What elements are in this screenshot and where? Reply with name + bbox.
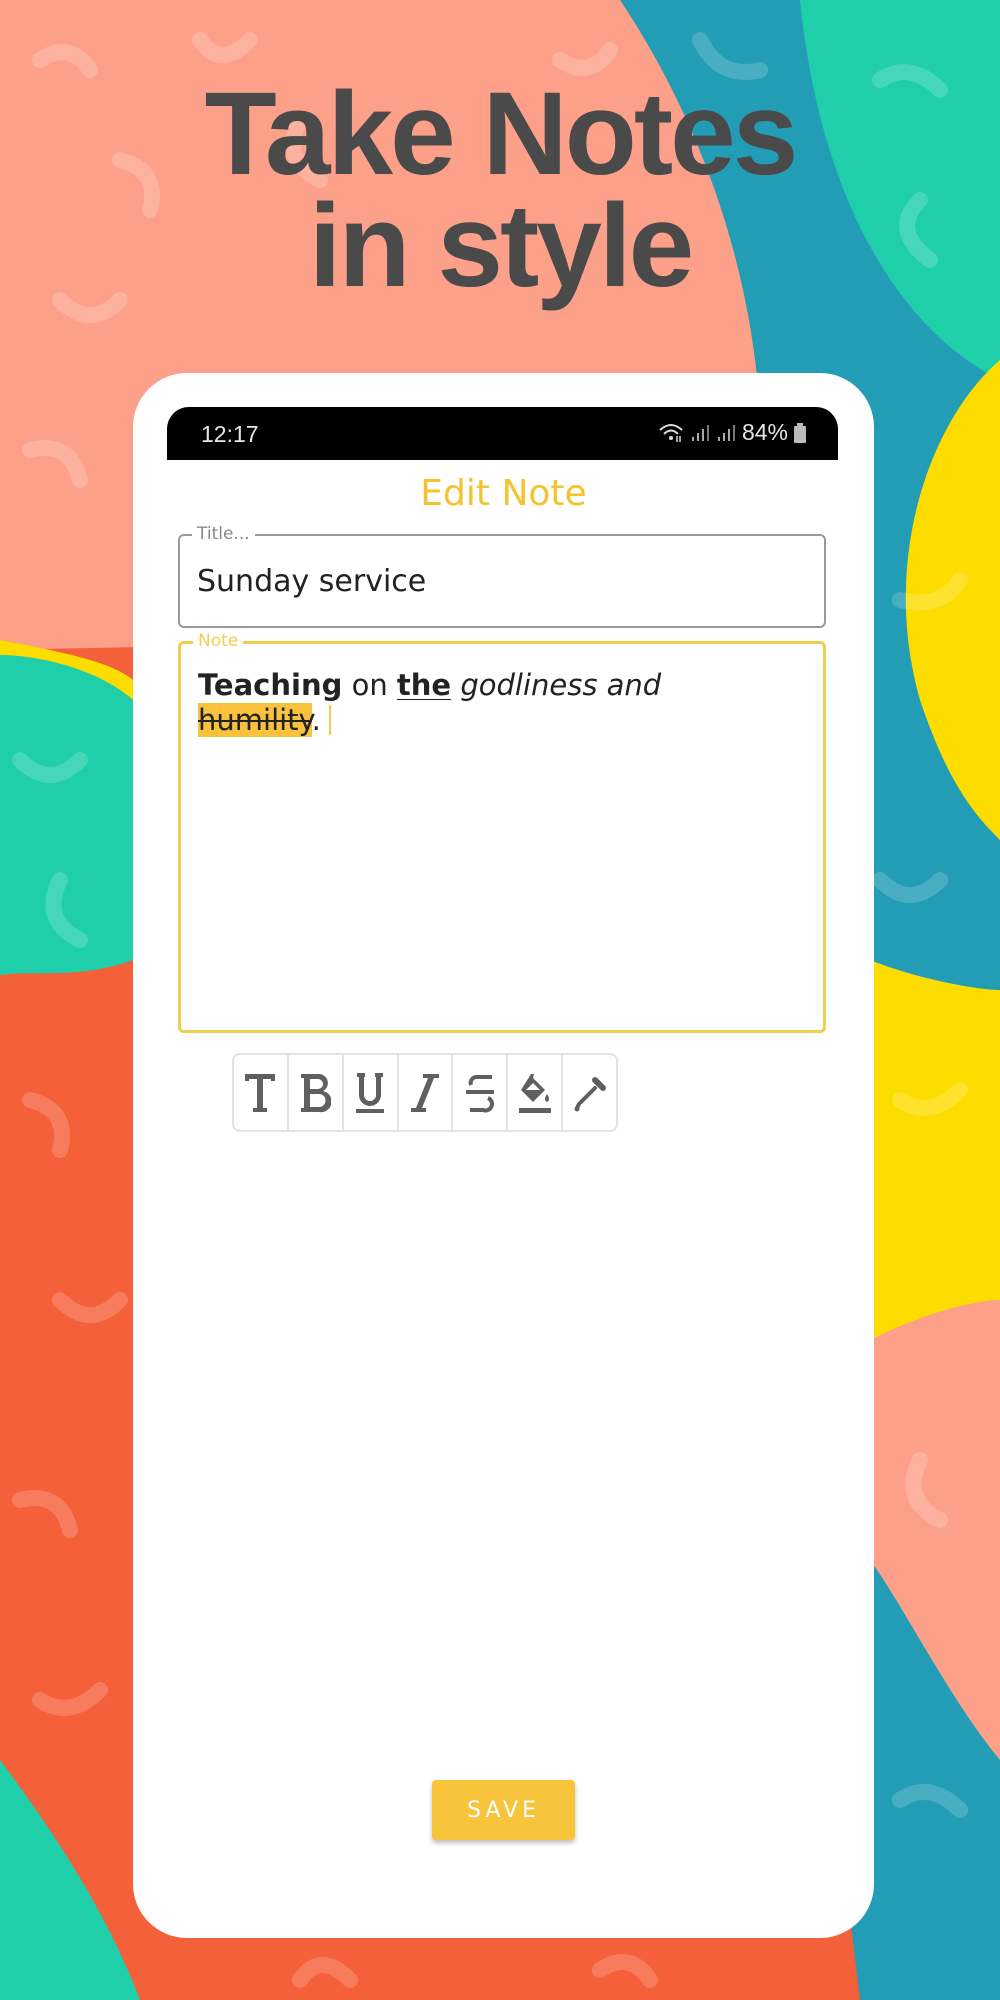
italic-text: godliness and	[451, 668, 662, 702]
highlight-button[interactable]	[508, 1055, 564, 1130]
signal-icon	[717, 424, 735, 441]
signal-icon	[691, 424, 709, 441]
bold-underline-text: the	[396, 668, 452, 702]
bold-text: Teaching	[198, 668, 343, 702]
title-value: Sunday service	[197, 564, 427, 599]
battery-percent: 84%	[741, 419, 788, 445]
page-title: Edit Note	[420, 473, 587, 514]
phone-screen: 12:17 84% Edit Note Title... Sunday serv…	[133, 373, 874, 1938]
bold-icon	[301, 1073, 332, 1112]
highlighted-strikethrough-text: humility	[198, 703, 312, 737]
format-toolbar	[232, 1053, 618, 1132]
plain-text: .	[311, 703, 321, 737]
color-picker-button[interactable]	[563, 1055, 616, 1130]
battery-icon	[794, 422, 806, 443]
text-t-icon	[245, 1073, 276, 1112]
headline-line-1: Take Notes	[204, 68, 799, 200]
title-input[interactable]: Title... Sunday service	[178, 524, 826, 628]
status-time: 12:17	[201, 421, 259, 447]
status-bar: 12:17 84%	[167, 407, 838, 460]
underline-button[interactable]	[344, 1055, 399, 1130]
underline-icon	[356, 1072, 385, 1113]
headline-line-2: in style	[308, 180, 695, 312]
wifi-icon	[659, 423, 683, 442]
strikethrough-button[interactable]	[453, 1055, 509, 1130]
note-input[interactable]: Note Teaching on the godliness and humili…	[178, 631, 826, 1033]
italic-icon	[411, 1073, 439, 1112]
strikethrough-icon	[465, 1074, 494, 1112]
note-label: Note	[193, 631, 244, 651]
bold-button[interactable]	[289, 1055, 344, 1130]
fill-bucket-icon	[518, 1073, 551, 1113]
plain-text: on	[342, 668, 397, 702]
promo-headline: Take Notes in style	[0, 68, 1000, 312]
text-cursor	[328, 705, 331, 735]
note-content[interactable]: Teaching on the godliness and humility.	[198, 668, 806, 738]
italic-button[interactable]	[399, 1055, 454, 1130]
save-button[interactable]: SAVE	[432, 1780, 575, 1840]
title-label: Title...	[192, 524, 255, 544]
text-format-button[interactable]	[234, 1055, 289, 1130]
eyedropper-icon	[574, 1076, 606, 1111]
